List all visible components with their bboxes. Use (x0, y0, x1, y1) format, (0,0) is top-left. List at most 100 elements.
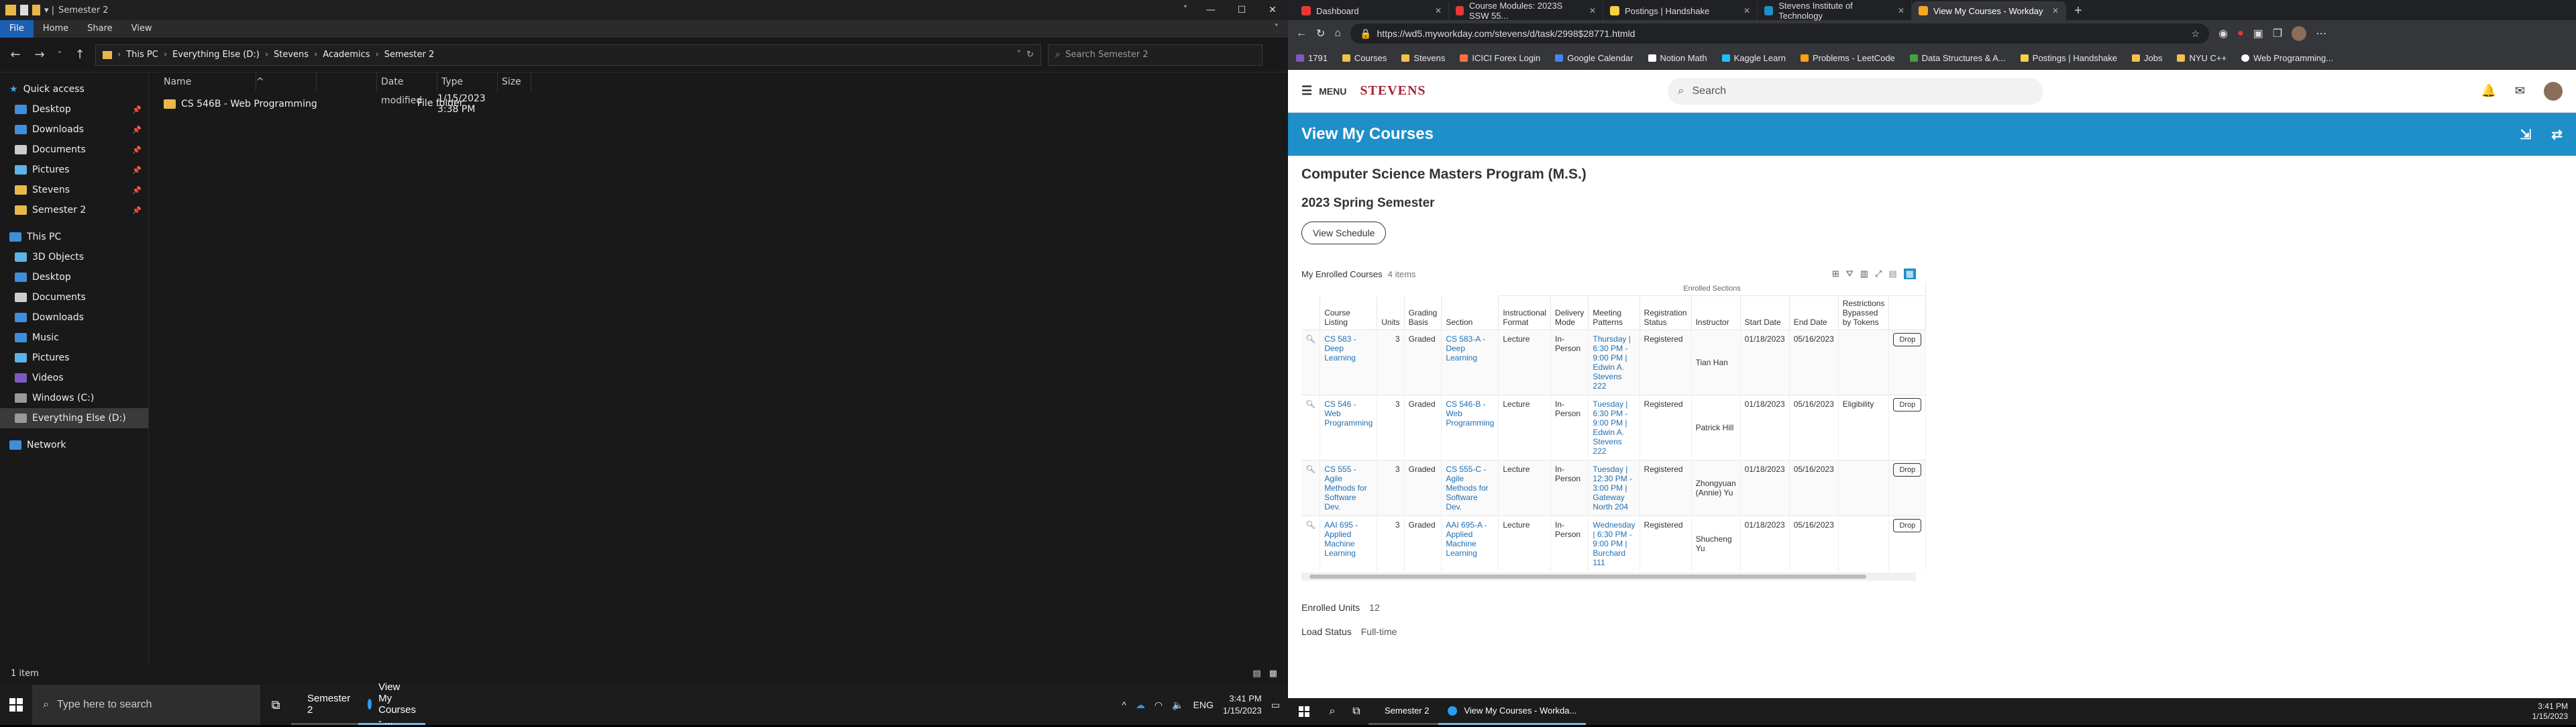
export-icon[interactable]: ⇲ (2520, 126, 2531, 143)
refresh-icon[interactable]: ↻ (1316, 27, 1325, 40)
up-arrow-icon[interactable]: ↑ (71, 48, 89, 62)
start-button[interactable] (0, 685, 32, 725)
column-header[interactable]: Course Listing (1320, 295, 1378, 330)
properties-icon[interactable] (20, 5, 28, 15)
extension-icon[interactable]: ▣ (2253, 27, 2263, 40)
bookmark[interactable]: Notion Math (1648, 53, 1707, 63)
column-header-type[interactable]: Type (437, 72, 498, 91)
wifi-icon[interactable]: ◠ (1155, 699, 1163, 711)
expand-ribbon-icon[interactable]: ˅ (1265, 20, 1289, 38)
start-button[interactable] (1288, 698, 1320, 725)
taskbar-app-explorer[interactable]: Semester 2 (1368, 698, 1439, 725)
breadcrumb-this-pc[interactable]: This PC (126, 50, 158, 60)
meeting-pattern-link[interactable]: Wednesday | 6:30 PM - 9:00 PM | Burchard… (1588, 516, 1640, 571)
browser-tab[interactable]: Dashboard ✕ (1295, 1, 1449, 20)
column-header-size[interactable]: Size (498, 72, 531, 91)
column-header[interactable]: Delivery Mode (1550, 295, 1589, 330)
forward-arrow-icon[interactable]: → (31, 48, 48, 62)
ribbon-tab-file[interactable]: File (0, 20, 34, 38)
column-header[interactable]: Grading Basis (1404, 295, 1442, 330)
view-schedule-button[interactable]: View Schedule (1301, 222, 1387, 244)
taskbar-app-edge[interactable]: View My Courses - Workda... (1438, 698, 1587, 725)
breadcrumb[interactable]: › This PC › Everything Else (D:) › Steve… (95, 44, 1041, 66)
magnifier-icon[interactable]: 🔍︎ (1301, 395, 1321, 461)
bookmark[interactable]: Problems - LeetCode (1800, 53, 1895, 63)
extension-icon[interactable]: ◉ (2218, 27, 2228, 40)
breadcrumb-semester-2[interactable]: Semester 2 (384, 50, 435, 60)
cloud-icon[interactable]: ☁ (1136, 699, 1145, 711)
fullscreen-icon[interactable]: ⤢ (1875, 269, 1882, 279)
nav-item-documents-pc[interactable]: Documents (0, 287, 148, 307)
nav-item-this-pc[interactable]: This PC (0, 227, 148, 247)
browser-tab[interactable]: Stevens Institute of Technology ✕ (1758, 1, 1912, 21)
refresh-icon[interactable]: ↻ (1026, 50, 1034, 60)
search-icon[interactable]: ⌕ (1320, 706, 1344, 718)
drop-button[interactable]: Drop (1893, 463, 1922, 477)
close-button[interactable]: ✕ (1257, 5, 1288, 15)
address-dropdown-icon[interactable]: ˅ (1017, 50, 1022, 60)
close-tab-icon[interactable]: ✕ (1435, 6, 1442, 15)
section-link[interactable]: CS 555-C - Agile Methods for Software De… (1441, 460, 1499, 516)
nav-item-pictures-pc[interactable]: Pictures (0, 348, 148, 368)
course-listing-link[interactable]: AAI 695 - Applied Machine Learning (1320, 516, 1378, 571)
avatar[interactable] (2544, 81, 2563, 101)
nav-item-drive-d[interactable]: Everything Else (D:) (0, 408, 148, 428)
help-icon[interactable]: ˅ (1175, 5, 1195, 15)
chevron-up-icon[interactable]: ^ (1122, 699, 1126, 710)
quick-access-dropdown-icon[interactable]: ▾ | (44, 5, 54, 15)
new-tab-button[interactable]: + (2066, 1, 2090, 20)
export-excel-icon[interactable]: ⊞ (1832, 269, 1839, 279)
drop-button[interactable]: Drop (1893, 333, 1922, 346)
column-header[interactable]: Start Date (1740, 295, 1790, 330)
meeting-pattern-link[interactable]: Tuesday | 12:30 PM - 3:00 PM | Gateway N… (1588, 460, 1640, 516)
bookmark[interactable]: ICICI Forex Login (1460, 53, 1540, 63)
column-header-name[interactable]: Name (149, 72, 256, 91)
bookmark[interactable]: Jobs (2132, 53, 2162, 63)
bookmark[interactable]: 1791 (1296, 53, 1328, 63)
course-listing-link[interactable]: CS 555 - Agile Methods for Software Dev. (1320, 460, 1378, 516)
course-listing-link[interactable]: CS 583 - Deep Learning (1320, 330, 1378, 395)
nav-item-desktop-pc[interactable]: Desktop (0, 267, 148, 287)
ribbon-tab-home[interactable]: Home (34, 20, 78, 38)
ribbon-tab-view[interactable]: View (122, 20, 162, 38)
details-view-icon[interactable]: ▤ (1252, 669, 1260, 679)
favorite-star-icon[interactable]: ☆ (2192, 28, 2200, 40)
clock[interactable]: 3:41 PM 1/15/2023 (1223, 693, 1262, 717)
maximize-button[interactable]: ☐ (1226, 5, 1257, 15)
bookmark[interactable]: NYU C++ (2177, 53, 2226, 63)
column-header[interactable]: Units (1377, 295, 1405, 330)
notifications-bell-icon[interactable]: 🔔 (2481, 84, 2496, 98)
column-header-date-modified[interactable]: Date modified (377, 72, 437, 106)
nav-item-music[interactable]: Music (0, 328, 148, 348)
task-view-icon[interactable]: ⧉ (260, 698, 291, 712)
grid-view-icon[interactable]: ▦ (1903, 269, 1916, 279)
breadcrumb-academics[interactable]: Academics (323, 50, 370, 60)
nav-item-downloads-pc[interactable]: Downloads (0, 307, 148, 328)
column-header[interactable]: Instructor (1691, 295, 1741, 330)
task-view-icon[interactable]: ⧉ (1344, 706, 1368, 718)
browser-tab[interactable]: Postings | Handshake ✕ (1603, 1, 1758, 20)
large-icons-view-icon[interactable]: ▦ (1269, 669, 1277, 679)
bookmark[interactable]: Data Structures & A... (1909, 53, 2006, 63)
nav-item-downloads[interactable]: Downloads 📌 (0, 119, 148, 140)
file-row[interactable]: CS 546B - Web Programming 1/15/2023 3:38… (149, 93, 1288, 115)
drop-button[interactable]: Drop (1893, 519, 1922, 532)
section-link[interactable]: CS 546-B - Web Programming (1441, 395, 1499, 461)
column-header[interactable]: Instructional Format (1498, 295, 1552, 330)
nav-item-stevens[interactable]: Stevens 📌 (0, 180, 148, 200)
table-view-icon[interactable]: ▤ (1888, 269, 1896, 279)
taskbar-app-edge[interactable]: View My Courses - ... (358, 681, 425, 727)
close-tab-icon[interactable]: ✕ (1743, 6, 1750, 15)
collections-icon[interactable]: ❐ (2273, 27, 2282, 40)
breadcrumb-stevens[interactable]: Stevens (274, 50, 309, 60)
close-tab-icon[interactable]: ✕ (2052, 6, 2059, 15)
ribbon-tab-share[interactable]: Share (78, 20, 122, 38)
stevens-logo[interactable]: STEVENS (1360, 83, 1426, 99)
meeting-pattern-link[interactable]: Tuesday | 6:30 PM - 9:00 PM | Edwin A. S… (1588, 395, 1640, 461)
profile-avatar[interactable] (2292, 26, 2307, 41)
horizontal-scrollbar[interactable] (1301, 573, 1916, 581)
bookmark[interactable]: Kaggle Learn (1721, 53, 1786, 63)
nav-item-3d-objects[interactable]: 3D Objects (0, 247, 148, 267)
bookmark[interactable]: Postings | Handshake (2020, 53, 2117, 63)
nav-item-drive-c[interactable]: Windows (C:) (0, 388, 148, 408)
